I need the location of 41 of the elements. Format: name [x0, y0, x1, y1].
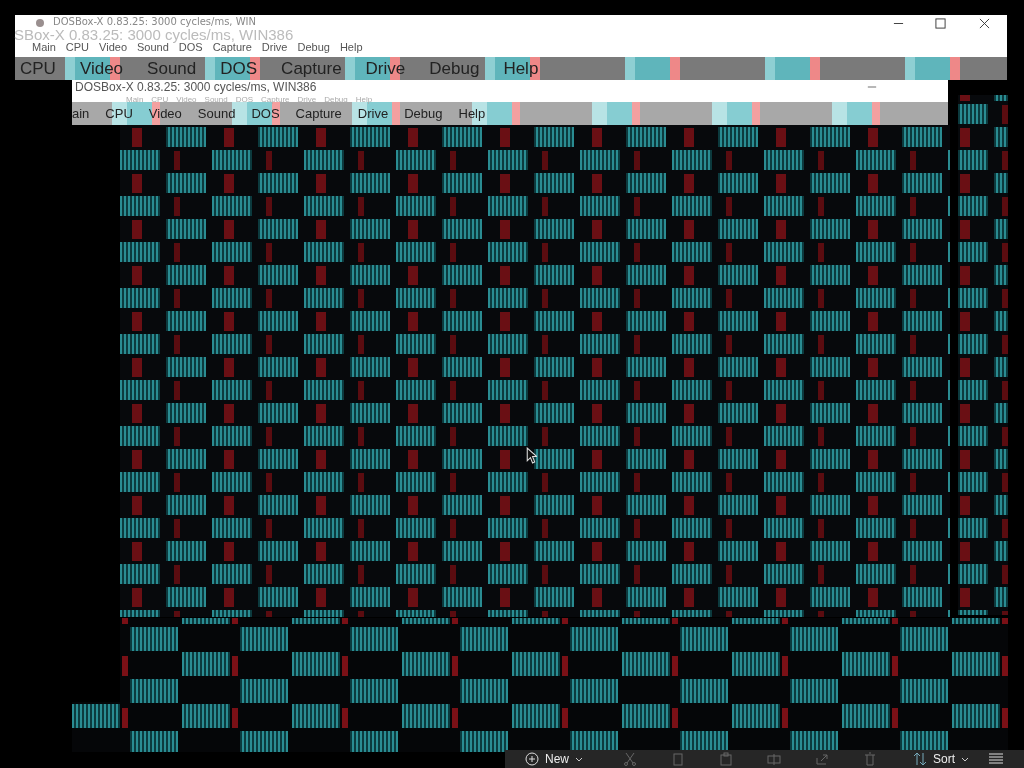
menu-item[interactable]: Main	[32, 41, 56, 53]
sort-icon	[913, 752, 927, 766]
caret-icon	[575, 756, 583, 762]
window-title-ghost: SBox-X 0.83.25: 3000 cycles/ms, WIN386	[14, 26, 294, 43]
new-button[interactable]: New	[519, 750, 589, 768]
menu-item[interactable]: Drive	[357, 106, 389, 121]
menu-item[interactable]: CPU	[105, 106, 133, 121]
menu-item[interactable]: Capture	[281, 58, 342, 79]
menu-item[interactable]: Sound	[147, 58, 197, 79]
menu-item[interactable]: DOS	[178, 41, 203, 53]
delete-icon[interactable]	[863, 752, 877, 766]
mouse-pointer-icon	[526, 447, 537, 464]
window-title: DOSBox-X 0.83.25: 3000 cycles/ms, WIN386	[75, 80, 317, 94]
cut-icon[interactable]	[623, 752, 637, 766]
menu-item[interactable]: Help	[339, 41, 363, 53]
menu-item[interactable]: Capture	[295, 106, 342, 121]
menu-item[interactable]: Sound	[137, 41, 169, 53]
menu-item[interactable]: Help	[458, 106, 486, 121]
maximize-icon[interactable]	[935, 18, 946, 29]
menu-item[interactable]: Capture	[212, 41, 252, 53]
menu-item[interactable]: CPU	[20, 58, 56, 79]
menu-item[interactable]: Video	[148, 106, 182, 121]
menu-item[interactable]: ain	[72, 106, 90, 121]
plus-circle-icon	[525, 752, 539, 766]
menu-item[interactable]: Sound	[197, 106, 236, 121]
app-icon	[35, 18, 45, 28]
close-icon[interactable]	[979, 18, 990, 29]
copy-icon[interactable]	[671, 752, 685, 766]
caret-icon	[961, 756, 970, 762]
paste-icon[interactable]	[719, 752, 733, 766]
menu-item[interactable]: Debug	[404, 106, 443, 121]
menu-item[interactable]: Drive	[261, 41, 288, 53]
menu-item[interactable]: Debug	[297, 41, 330, 53]
window-title: DOSBox-X 0.83.25: 3000 cycles/ms, WIN	[53, 16, 257, 27]
menu-icon[interactable]	[989, 753, 1004, 765]
share-icon[interactable]	[815, 752, 829, 766]
menu-item[interactable]: Video	[99, 41, 127, 53]
menu-item[interactable]: Debug	[429, 58, 480, 79]
sort-button[interactable]: Sort	[907, 750, 976, 768]
rename-icon[interactable]	[767, 752, 781, 766]
menu-item[interactable]: CPU	[65, 41, 90, 53]
